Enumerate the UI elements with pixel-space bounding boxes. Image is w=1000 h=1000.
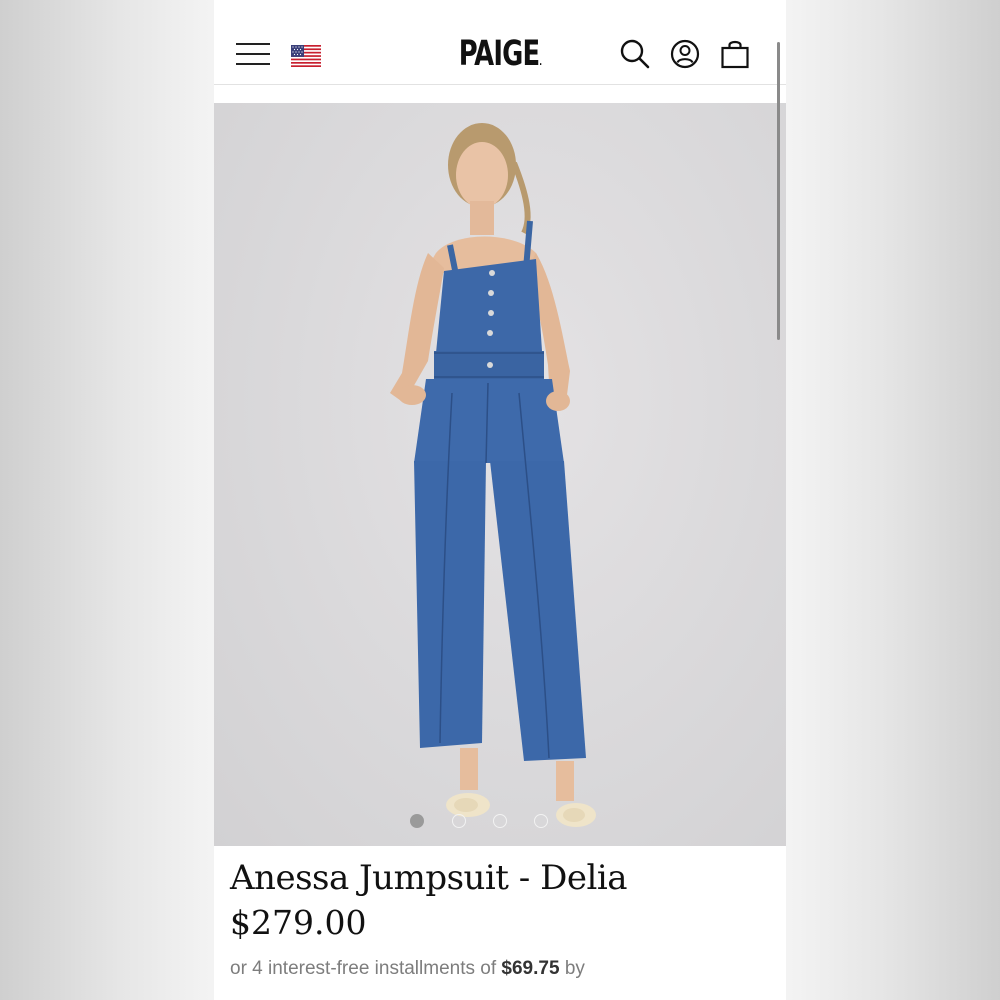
carousel-dot-3[interactable] [493, 814, 507, 828]
bag-icon[interactable] [719, 38, 751, 70]
site-header: PAIGE. [214, 0, 786, 85]
product-price: $279.00 [230, 903, 367, 942]
product-title: Anessa Jumpsuit - Delia [230, 858, 627, 898]
mobile-page: PAIGE. Anessa Jumpsuit - Delia $279.00 o… [214, 0, 786, 1000]
left-leg [414, 461, 486, 748]
logo-text: PAIGE [458, 34, 540, 74]
header-spacer [214, 85, 786, 103]
search-icon[interactable] [619, 38, 651, 70]
carousel-dot-2[interactable] [452, 814, 466, 828]
logo-mark: . [539, 57, 542, 68]
account-icon[interactable] [669, 38, 701, 70]
face [456, 142, 508, 208]
right-leg [490, 461, 586, 761]
installments-suffix: by [564, 958, 585, 979]
installments-prefix: or 4 interest-free installments of [230, 958, 497, 979]
product-image[interactable] [214, 103, 786, 846]
carousel-dots [214, 814, 786, 832]
installments-text: or 4 interest-free installments of $69.7… [230, 958, 585, 980]
brand-logo[interactable]: PAIGE. [265, 34, 734, 74]
scrollbar[interactable] [777, 42, 780, 340]
carousel-dot-4[interactable] [534, 814, 548, 828]
model-photo [390, 123, 596, 827]
jumpsuit-bodice [436, 259, 542, 353]
carousel-dot-1[interactable] [410, 814, 424, 828]
installments-amount: $69.75 [501, 958, 560, 979]
